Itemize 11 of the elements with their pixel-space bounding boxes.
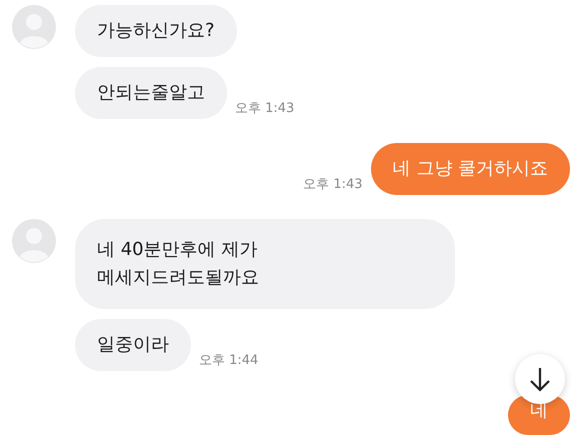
down-arrow-icon (529, 366, 551, 392)
message-time: 오후 1:44 (199, 352, 258, 369)
scroll-down-button[interactable] (515, 354, 565, 404)
message-bubble: 안되는줄알고 (75, 67, 227, 119)
message-bubble: 네 (508, 395, 570, 435)
message-bubble: 네 40분만후에 제가 메세지드려도될까요 (75, 219, 455, 309)
message-time: 오후 1:43 (303, 176, 363, 193)
message-bubble: 일중이라 (75, 319, 191, 371)
message-time: 오후 1:43 (235, 100, 294, 117)
message-bubble: 네 그냥 쿨거하시죠 (370, 143, 570, 195)
message-bubble: 가능하신가요? (75, 5, 237, 57)
